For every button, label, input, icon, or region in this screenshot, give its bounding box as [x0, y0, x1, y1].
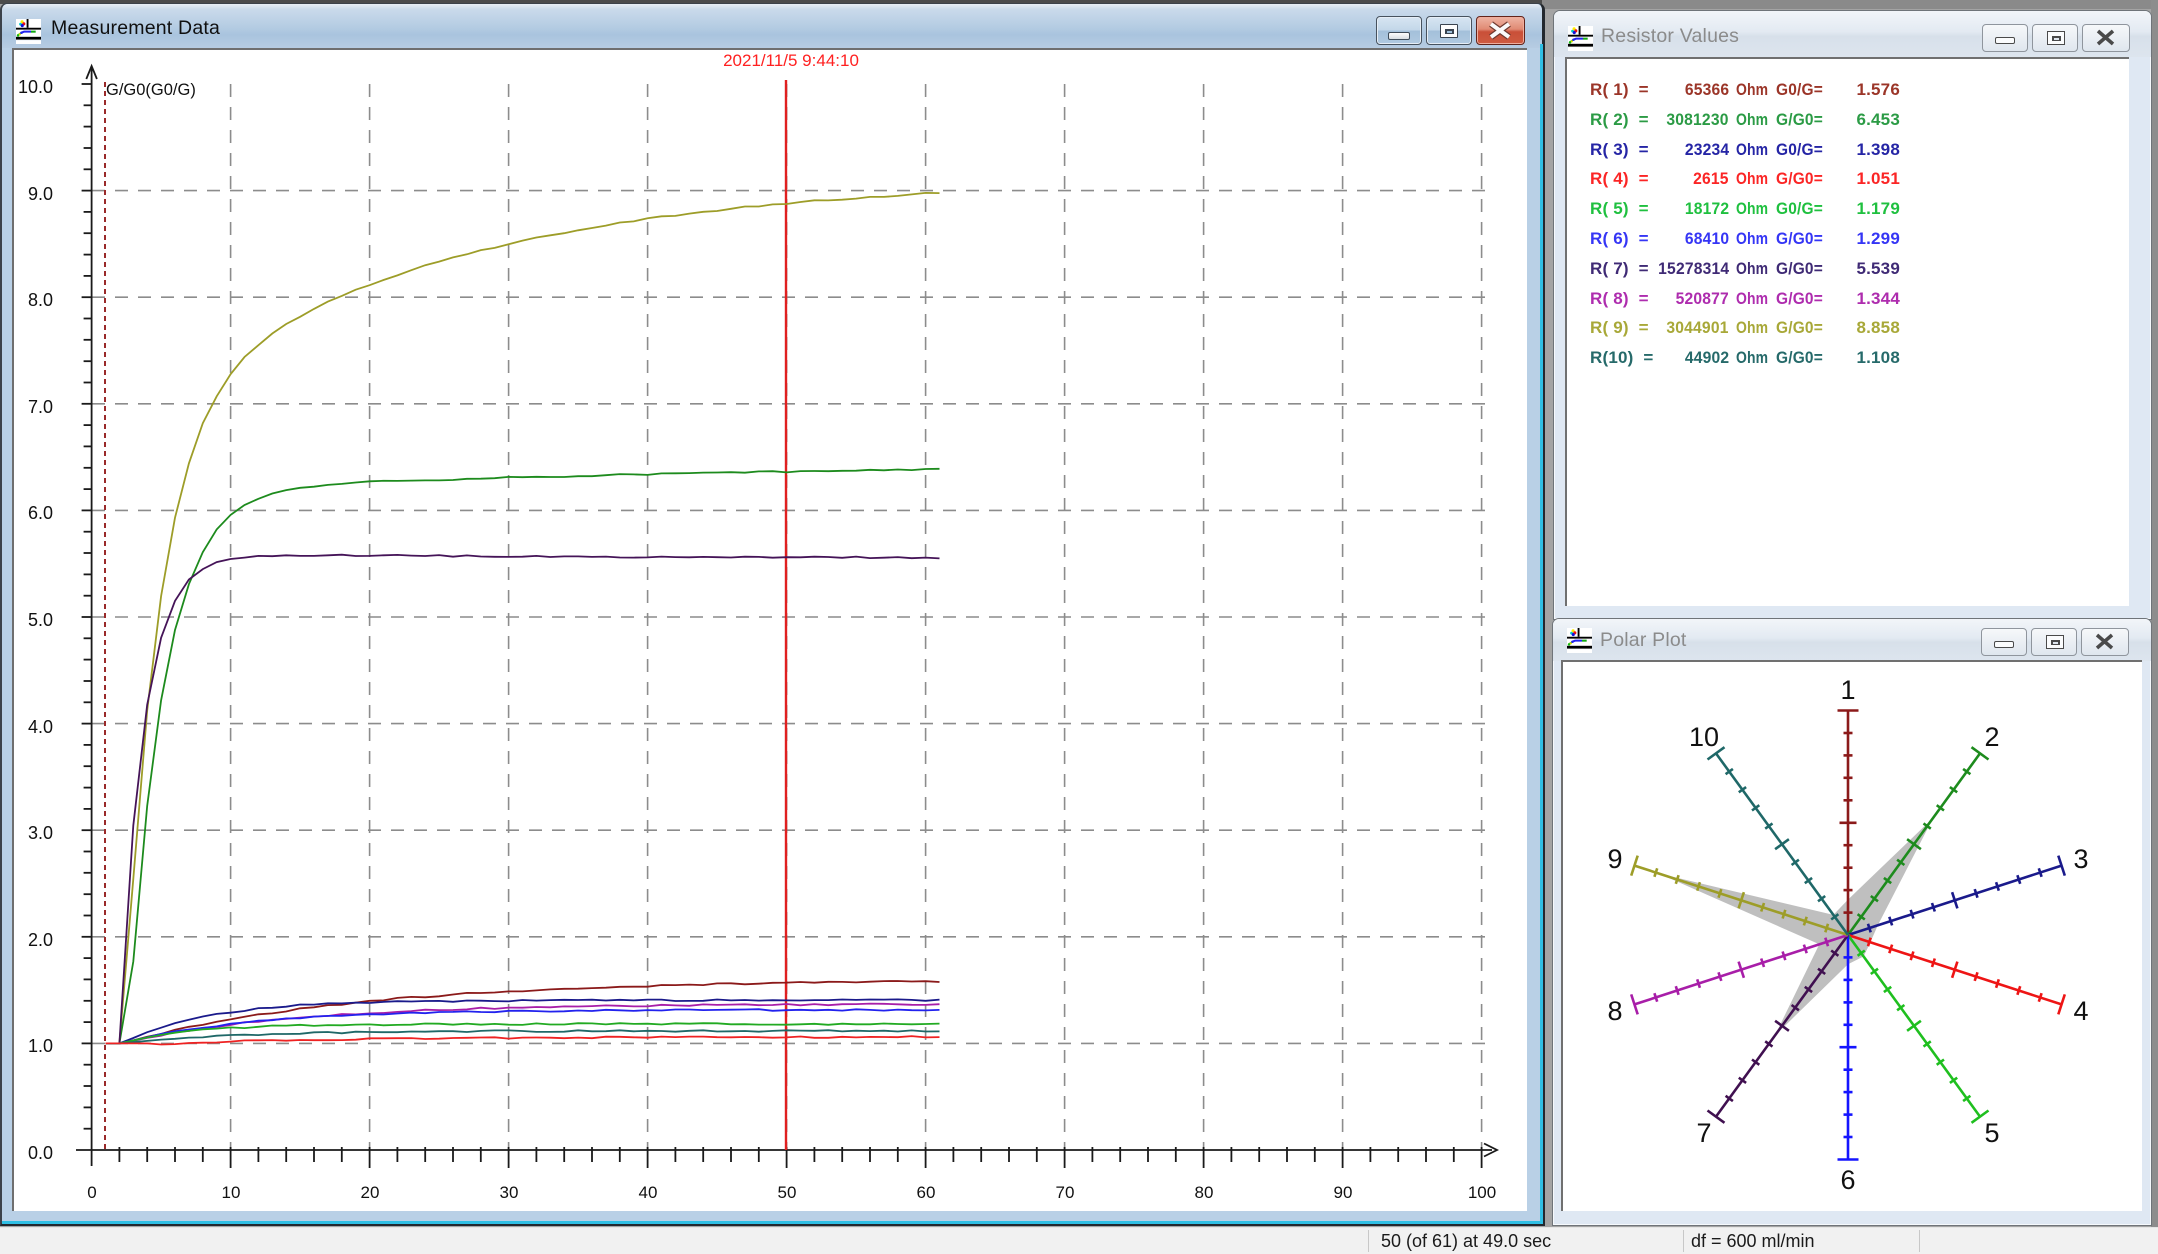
svg-text:60: 60 [917, 1183, 936, 1202]
svg-text:10.0: 10.0 [18, 77, 53, 97]
svg-text:10: 10 [222, 1183, 241, 1202]
svg-text:90: 90 [1334, 1183, 1353, 1202]
svg-text:80: 80 [1195, 1183, 1214, 1202]
svg-text:9: 9 [1607, 844, 1622, 874]
svg-text:9.0: 9.0 [28, 184, 53, 204]
svg-text:10: 10 [1689, 722, 1719, 752]
svg-text:4.0: 4.0 [28, 717, 53, 737]
svg-text:1: 1 [1840, 675, 1855, 705]
svg-text:20: 20 [361, 1183, 380, 1202]
svg-text:2.0: 2.0 [28, 930, 53, 950]
svg-text:70: 70 [1056, 1183, 1075, 1202]
svg-text:0: 0 [87, 1183, 96, 1202]
svg-text:3: 3 [2073, 844, 2088, 874]
svg-text:50: 50 [778, 1183, 797, 1202]
svg-text:3.0: 3.0 [28, 823, 53, 843]
svg-text:100: 100 [1468, 1183, 1496, 1202]
svg-text:6.0: 6.0 [28, 503, 53, 523]
svg-text:6: 6 [1840, 1165, 1855, 1195]
svg-text:0.0: 0.0 [28, 1143, 53, 1163]
svg-text:5.0: 5.0 [28, 610, 53, 630]
svg-text:40: 40 [639, 1183, 658, 1202]
svg-text:8.0: 8.0 [28, 290, 53, 310]
svg-text:5: 5 [1984, 1118, 1999, 1148]
svg-text:4: 4 [2073, 996, 2088, 1026]
svg-text:30: 30 [500, 1183, 519, 1202]
svg-text:7.0: 7.0 [28, 397, 53, 417]
svg-text:G/G0(G0/G): G/G0(G0/G) [106, 81, 196, 99]
svg-text:7: 7 [1696, 1118, 1711, 1148]
svg-text:2021/11/5 9:44:10: 2021/11/5 9:44:10 [723, 51, 859, 70]
svg-text:8: 8 [1607, 996, 1622, 1026]
svg-text:1.0: 1.0 [28, 1036, 53, 1056]
svg-text:2: 2 [1984, 722, 1999, 752]
